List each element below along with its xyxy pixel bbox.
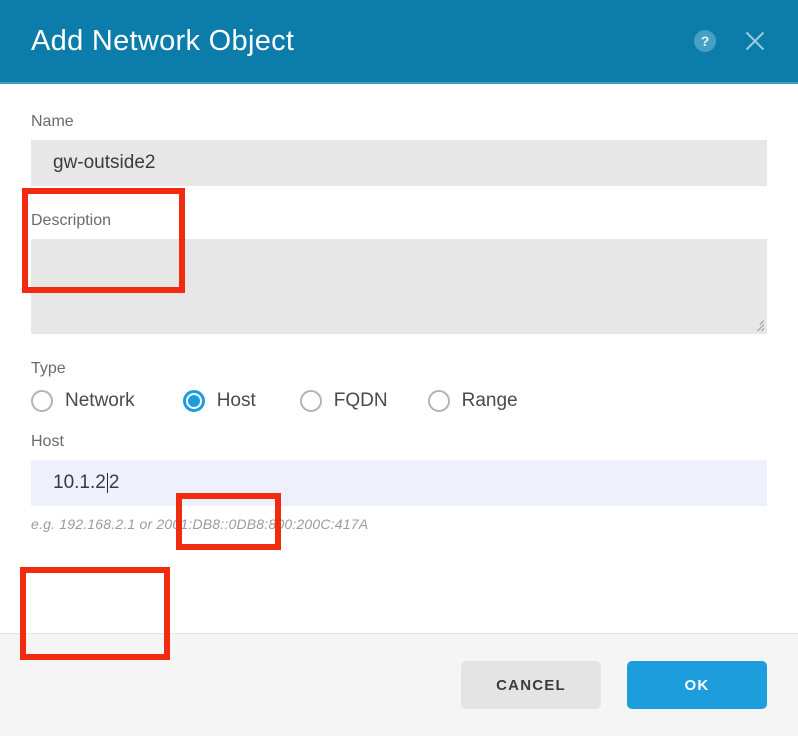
host-input-value-after-caret: 2 [108,472,120,493]
radio-label-host: Host [216,390,256,411]
cancel-button[interactable]: CANCEL [461,661,601,709]
description-textarea[interactable] [31,239,767,334]
close-icon[interactable] [742,28,768,54]
page-title: Add Network Object [31,24,295,57]
host-label: Host [31,433,64,450]
help-circle-icon[interactable]: ? [694,30,716,52]
radio-option-network[interactable]: Network [31,390,135,412]
dialog-footer: CANCEL OK [0,633,798,736]
type-field-group: Type Network Host FQDN Range [31,334,767,412]
radio-circle-icon [299,390,322,412]
name-input[interactable]: gw-outside2 [31,140,767,186]
radio-label-network: Network [65,390,135,411]
radio-option-range[interactable]: Range [427,390,518,412]
header-actions: ? [694,0,768,82]
host-hint-text: e.g. 192.168.2.1 or 2001:DB8::0DB8:800:2… [31,516,369,532]
name-label: Name [31,113,74,130]
host-input[interactable]: 10.1.2 2 [31,460,767,506]
ok-button[interactable]: OK [627,661,767,709]
type-radio-group: Network Host FQDN Range [31,390,767,412]
radio-circle-selected-icon [182,390,205,412]
host-input-value-before-caret: 10.1.2 [53,472,106,493]
description-label: Description [31,212,112,229]
text-caret [106,473,108,493]
dialog-body: Name gw-outside2 Description Type Networ… [0,84,798,660]
name-field-group: Name gw-outside2 [31,84,767,186]
radio-option-host[interactable]: Host [182,390,256,412]
host-field-group: Host 10.1.2 2 e.g. 192.168.2.1 or 2001:DB… [31,412,767,532]
radio-circle-icon [31,390,53,412]
type-label: Type [31,360,66,377]
add-network-object-dialog: Add Network Object ? Name gw-outside2 De… [0,0,798,736]
dialog-header: Add Network Object ? [0,0,798,84]
resize-handle-icon[interactable] [750,317,764,331]
radio-circle-icon [427,390,450,412]
radio-option-fqdn[interactable]: FQDN [299,390,388,412]
description-field-group: Description [31,186,767,334]
radio-label-range: Range [461,390,518,411]
radio-label-fqdn: FQDN [333,390,388,411]
